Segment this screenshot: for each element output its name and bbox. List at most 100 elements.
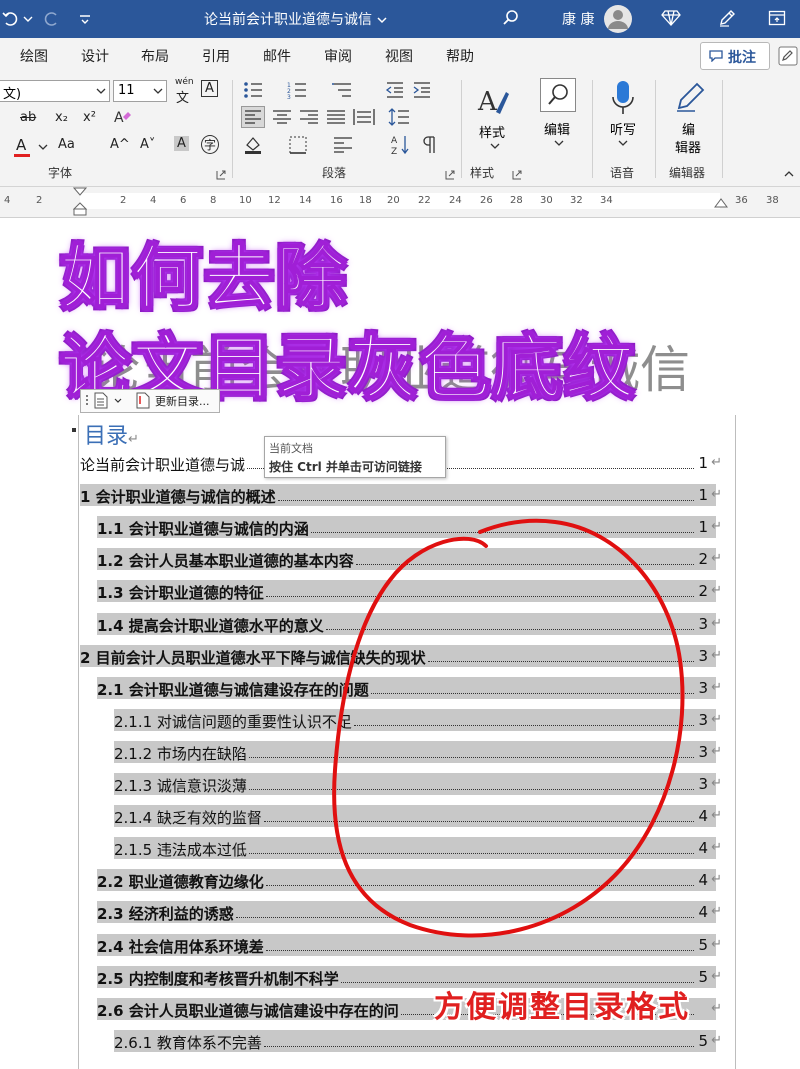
font-size-select[interactable]: 11 [113,80,167,102]
shading-icon[interactable] [243,135,265,155]
tab-draw[interactable]: 绘图 [20,46,48,66]
horizontal-ruler[interactable]: 4 2 2 4 6 8 10 12 14 16 18 20 22 24 26 2… [0,187,800,218]
collapse-ribbon-icon[interactable] [784,170,794,178]
red-circle-annotation [332,518,685,938]
change-case-button[interactable]: Aa [58,137,75,152]
dictate-button[interactable]: 听写 [600,77,646,157]
styles-icon: A [477,87,509,117]
ruler-tick: 10 [239,195,252,206]
chevron-down-icon [153,88,163,94]
ribbon-display-icon[interactable] [768,9,786,27]
font-name-value: 文) [3,87,22,102]
title-dropdown-icon[interactable] [376,14,388,26]
multilevel-list-icon[interactable] [332,81,356,99]
phonetic-guide-button[interactable]: wén [175,77,194,87]
dialog-launcher-icon[interactable] [445,170,455,180]
char-border-button[interactable]: A [201,80,218,97]
user-name[interactable]: 康 康 [562,9,594,29]
ruler-tick: 36 [735,195,748,206]
chevron-down-icon [554,140,564,146]
chevron-down-icon[interactable] [114,398,122,404]
caption-text: 方便调整目录格式 [434,990,690,1025]
pen-icon[interactable] [717,8,737,28]
numbering-icon[interactable]: 123 [287,81,311,99]
right-indent-marker[interactable] [714,195,728,209]
return-mark: ↵ [711,904,722,920]
redo-icon[interactable] [42,10,60,28]
distributed-icon[interactable] [352,107,376,127]
left-indent-marker[interactable] [73,187,87,217]
return-mark: ↵ [128,432,139,447]
font-color-button[interactable]: A [16,136,26,154]
drag-handle-icon[interactable] [84,394,90,408]
sort-icon[interactable]: AZ [391,134,411,156]
chevron-down-icon[interactable] [38,143,48,151]
return-mark: ↵ [711,936,722,952]
shrink-font-button[interactable]: A˅ [140,137,155,152]
toc-entry-text: 2.5 内控制度和考核晋升机制不科学 [97,969,339,988]
toc-entry-text: 2.1.5 违法成本过低 [114,841,247,860]
toc-entry[interactable]: 1 会计职业道德与诚信的概述 1 ↵ [80,484,722,507]
align-right-icon[interactable] [298,107,320,127]
dialog-launcher-icon[interactable] [216,170,226,180]
diamond-icon[interactable] [661,9,681,27]
grow-font-button[interactable]: A^ [110,137,130,152]
undo-icon[interactable] [2,10,20,28]
clear-format-icon[interactable]: A [112,108,132,126]
justify-icon[interactable] [325,107,347,127]
font-name-select[interactable]: 文) [0,80,110,102]
styles-button[interactable]: A 样式 [468,80,522,160]
ruler-tick: 32 [570,195,583,206]
tab-review[interactable]: 审阅 [324,46,352,66]
tab-references[interactable]: 引用 [202,46,230,66]
align-center-icon[interactable] [271,107,293,127]
toc-entry-text: 2.1.2 市场内在缺陷 [114,744,247,763]
document-title: 论当前会计职业道德与诚信 [204,12,372,28]
subscript-button[interactable]: x₂ [55,110,68,125]
comment-button[interactable]: 批注 [700,42,770,70]
tab-view[interactable]: 视图 [385,46,413,66]
update-toc-icon[interactable] [136,392,150,409]
toc-doc-icon[interactable] [94,392,108,409]
tab-design[interactable]: 设计 [81,46,109,66]
edit-button[interactable]: 编辑 [532,77,586,157]
ruler-tick: 6 [180,195,187,206]
toc-page-number: 1 [698,486,708,505]
avatar[interactable] [603,4,633,34]
superscript-button[interactable]: x² [83,110,96,125]
edit-pen-icon[interactable] [778,46,798,66]
return-mark: ↵ [711,647,722,663]
char-shading-button[interactable]: A [174,136,189,151]
search-icon[interactable] [502,9,520,27]
tab-help[interactable]: 帮助 [446,46,474,66]
customize-toolbar-icon[interactable] [78,12,92,26]
borders-icon[interactable] [288,135,308,155]
toc-entry-text: 2.6.1 教育体系不完善 [114,1033,262,1052]
decrease-indent-icon[interactable] [385,81,405,99]
bullets-icon[interactable] [243,81,267,99]
align-left-icon[interactable] [241,106,265,128]
tooltip-text: 按住 Ctrl 并单击可访问链接 [269,460,422,474]
undo-dropdown-icon[interactable] [23,14,33,24]
toc-entry-text: 2.1.3 诚信意识淡薄 [114,777,247,795]
tab-mailings[interactable]: 邮件 [263,46,291,66]
ruler-tick: 14 [299,195,312,206]
svg-text:Z: Z [391,147,397,156]
chinese-layout-icon[interactable] [332,136,354,154]
ruler-tick: 8 [210,195,217,206]
enclose-char-button[interactable]: 字 [201,135,220,154]
dialog-launcher-icon[interactable] [512,170,522,180]
return-mark: ↵ [711,583,722,599]
phonetic-guide-char: 文 [176,91,190,106]
separator [592,80,593,178]
increase-indent-icon[interactable] [412,81,432,99]
tab-layout[interactable]: 布局 [141,46,169,66]
svg-text:A: A [391,136,398,146]
toc-entry[interactable]: 2.6.1 教育体系不完善 5 ↵ [114,1029,722,1052]
update-toc-button[interactable]: 更新目录... [155,393,210,409]
chevron-down-icon [490,143,500,149]
show-marks-icon[interactable] [422,135,438,155]
line-spacing-icon[interactable] [388,107,410,127]
strikethrough-button[interactable]: ab [20,110,36,125]
editor-button[interactable]: 编 辑器 [665,77,715,157]
